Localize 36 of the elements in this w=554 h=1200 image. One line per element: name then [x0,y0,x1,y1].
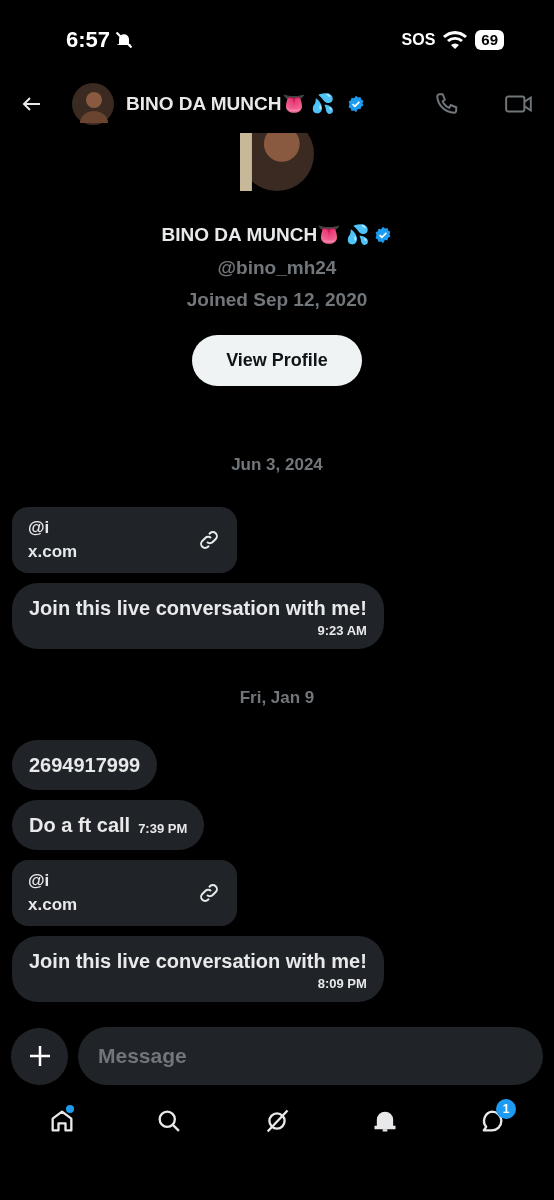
add-button[interactable] [11,1027,68,1085]
link-domain: x.com [28,894,78,916]
battery-indicator: 69 [475,29,504,50]
contact-name: BINO DA MUNCH👅 💦 [126,91,335,116]
carrier-label: SOS [401,29,436,50]
link-handle: @i [28,517,51,539]
avatar [72,83,114,125]
plus-icon [27,1044,52,1068]
message-text: 2694917999 [29,753,141,778]
message-text: Do a ft call [29,813,131,838]
unread-badge: 1 [496,1099,517,1119]
message-bubble[interactable]: Join this live conversation with me! 8:09 PM [12,936,384,1002]
phone-icon[interactable] [434,91,460,117]
message-input[interactable]: Message [78,1027,543,1085]
message-time: 7:39 PM [138,819,188,838]
date-separator: Fri, Jan 9 [239,686,315,709]
link-handle: @i [28,870,51,892]
view-profile-button[interactable]: View Profile [192,334,362,386]
link-icon [197,528,221,552]
message-text: Join this live conversation with me! [29,949,367,974]
message-bubble[interactable]: 2694917999 [12,740,158,790]
status-time: 6:57 [66,26,111,54]
message-time: 9:23 AM [317,622,367,640]
message-time: 8:09 PM [317,975,367,993]
link-domain: x.com [28,541,78,563]
wifi-icon [443,30,468,49]
message-bubble[interactable]: Join this live conversation with me! 9:23 AM [12,583,384,649]
link-card[interactable]: @i x.com [12,507,237,573]
joined-date: Joined Sep 12, 2020 [186,288,368,312]
link-card[interactable]: @i x.com [12,860,237,926]
date-separator: Jun 3, 2024 [231,453,323,476]
profile-handle: @bino_mh24 [217,255,337,280]
message-bubble[interactable]: Do a ft call 7:39 PM [12,800,205,850]
link-icon [197,881,221,905]
profile-name: BINO DA MUNCH👅 💦 [161,223,371,247]
message-text: Join this live conversation with me! [29,596,367,621]
